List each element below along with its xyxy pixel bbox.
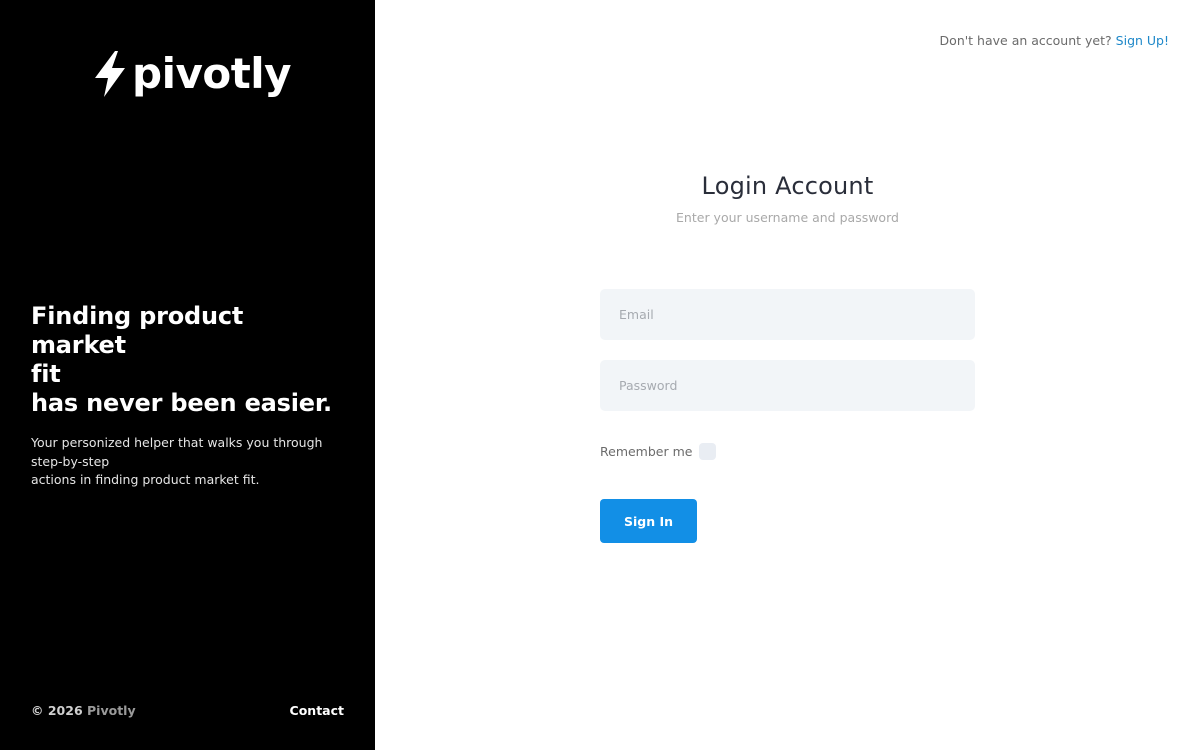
hero-subtitle: Your personized helper that walks you th…	[31, 434, 341, 490]
hero-title: Finding product market fit has never bee…	[31, 302, 341, 418]
hero-section: Finding product market fit has never bee…	[31, 302, 341, 490]
hero-subtitle-line: step-by-step	[31, 453, 110, 469]
remember-me-row[interactable]: Remember me	[600, 443, 975, 460]
copyright-text: © 2026 Pivotly	[31, 703, 136, 718]
login-title: Login Account	[701, 172, 874, 200]
sign-in-button[interactable]: Sign In	[600, 499, 697, 543]
remember-me-label: Remember me	[600, 444, 693, 459]
copyright-symbol-year: © 2026	[31, 703, 83, 718]
copyright-brand: Pivotly	[87, 703, 136, 718]
password-input[interactable]	[600, 360, 975, 411]
hero-title-line: Finding product market	[31, 302, 244, 359]
login-subtitle: Enter your username and password	[676, 210, 899, 225]
login-form: Login Account Enter your username and pa…	[600, 172, 975, 543]
remember-me-checkbox[interactable]	[699, 443, 717, 460]
hero-title-line: has never been easier.	[31, 389, 332, 417]
signup-prompt: Don't have an account yet? Sign Up!	[940, 33, 1169, 48]
signup-prompt-text: Don't have an account yet?	[939, 33, 1112, 48]
contact-link[interactable]: Contact	[290, 703, 344, 718]
lightning-bolt-icon	[95, 51, 125, 97]
brand-sidebar: pivotly Finding product market fit has n…	[0, 0, 375, 750]
sidebar-footer: © 2026 Pivotly Contact	[31, 703, 344, 718]
sign-up-link[interactable]: Sign Up!	[1116, 33, 1169, 48]
brand-logo[interactable]: pivotly	[92, 49, 292, 98]
brand-name: pivotly	[132, 49, 292, 98]
hero-title-line: fit	[31, 360, 61, 388]
login-panel: Don't have an account yet? Sign Up! Login…	[375, 0, 1200, 750]
hero-subtitle-line: Your personized helper that walks you th…	[31, 435, 323, 450]
hero-subtitle-line: actions in finding product market fit.	[31, 472, 260, 487]
email-input[interactable]	[600, 289, 975, 340]
